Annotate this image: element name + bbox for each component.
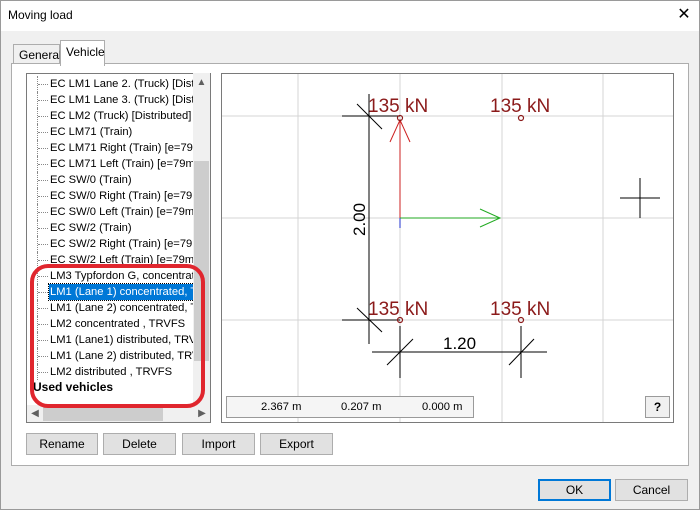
tree-connector — [38, 132, 48, 133]
tree-item-label: LM1 (Lane 2) concentrated, T — [50, 302, 198, 314]
tree-connector — [38, 196, 48, 197]
tree-item-label: LM2 distributed , TRVFS — [50, 366, 173, 378]
tree-item-label: EC LM71 Left (Train) [e=79mr — [50, 158, 199, 170]
tree-connector — [38, 148, 48, 149]
tree-connector — [38, 324, 48, 325]
tab-vehicle[interactable]: Vehicle — [60, 40, 105, 66]
vehicle-tree[interactable]: EC LM1 Lane 2. (Truck) [Distri EC LM1 Lan… — [26, 73, 211, 423]
tree-item-label: EC LM1 Lane 3. (Truck) [Distri — [50, 94, 201, 106]
tree-item-label: EC SW/0 (Train) — [50, 174, 132, 186]
title-bar: Moving load ✕ — [0, 0, 700, 31]
coordinate-readout: 2.367 m 0.207 m 0.000 m — [226, 396, 474, 418]
tree-connector — [38, 260, 48, 261]
coord-x: 2.367 m — [261, 401, 302, 413]
close-icon[interactable]: ✕ — [672, 4, 696, 26]
cursor-crosshair — [620, 178, 660, 218]
tree-connector — [38, 276, 48, 277]
tree-item-label: LM3 Typfordon G, concentrati — [50, 270, 198, 282]
tree-connector — [38, 212, 48, 213]
scroll-right-icon[interactable]: ▶ — [194, 405, 210, 422]
tree-connector — [38, 180, 48, 181]
tree-item-label: EC SW/2 Right (Train) [e=79m — [50, 238, 202, 250]
tree-horizontal-scrollbar[interactable]: ◀ ▶ — [27, 405, 210, 422]
tree-connector — [38, 228, 48, 229]
export-button[interactable]: Export — [260, 433, 333, 455]
coord-y: 0.207 m — [341, 401, 382, 413]
tree-connector — [38, 100, 48, 101]
rename-button[interactable]: Rename — [26, 433, 98, 455]
tree-item-label: LM1 (Lane 1) concentrated, T — [47, 283, 200, 301]
tree-item-label: EC LM2 (Truck) [Distributed] — [50, 110, 192, 122]
scroll-up-icon[interactable]: ▲ — [193, 75, 210, 91]
tree-connector — [38, 308, 48, 309]
tree-connector — [38, 292, 48, 293]
vertical-dimension-label: 2.00 — [350, 203, 369, 236]
tree-item-label: LM1 (Lane 2) distributed, TRV — [50, 350, 200, 362]
tree-item-label: LM1 (Lane1) distributed, TRVF — [50, 334, 204, 346]
load-label: 135 kN — [490, 96, 550, 117]
vehicle-preview-canvas[interactable]: 135 kN 135 kN 135 kN 135 kN 2.00 1.20 — [221, 73, 674, 423]
tree-connector — [38, 164, 48, 165]
tree-item-label: EC SW/0 Right (Train) [e=79m — [50, 190, 202, 202]
load-label: 135 kN — [490, 299, 550, 320]
tree-connector — [38, 356, 48, 357]
cancel-button[interactable]: Cancel — [615, 479, 688, 501]
load-label: 135 kN — [368, 299, 428, 320]
window-title: Moving load — [8, 8, 73, 22]
tree-item-label: EC LM71 Right (Train) [e=79m — [50, 142, 203, 154]
tree-connector — [38, 244, 48, 245]
import-button[interactable]: Import — [182, 433, 255, 455]
tree-item-label: EC SW/0 Left (Train) [e=79mr — [50, 206, 198, 218]
tree-item-label: EC SW/2 (Train) — [50, 222, 132, 234]
tree-connector — [38, 372, 48, 373]
tree-vertical-scrollbar[interactable]: ▲ — [193, 73, 210, 405]
ok-button[interactable]: OK — [538, 479, 611, 501]
tree-item-label: LM2 concentrated , TRVFS — [50, 318, 186, 330]
scroll-thumb-horizontal[interactable] — [43, 406, 163, 421]
load-label: 135 kN — [368, 96, 428, 117]
tree-item-label: EC LM71 (Train) — [50, 126, 133, 138]
horizontal-dimension-label: 1.20 — [443, 334, 476, 353]
tree-connector — [38, 84, 48, 85]
used-vehicles-group[interactable]: Used vehicles — [33, 380, 113, 394]
scroll-left-icon[interactable]: ◀ — [27, 405, 43, 422]
preview-drawing: 135 kN 135 kN 135 kN 135 kN 2.00 1.20 — [222, 74, 673, 422]
tree-item-label: EC LM1 Lane 2. (Truck) [Distri — [50, 78, 201, 90]
coord-z: 0.000 m — [422, 401, 463, 413]
delete-button[interactable]: Delete — [103, 433, 176, 455]
tree-connector — [38, 340, 48, 341]
tree-item-label: EC SW/2 Left (Train) [e=79mr — [50, 254, 198, 266]
scroll-thumb[interactable] — [194, 161, 209, 361]
tree-connector — [38, 116, 48, 117]
help-button[interactable]: ? — [645, 396, 670, 418]
